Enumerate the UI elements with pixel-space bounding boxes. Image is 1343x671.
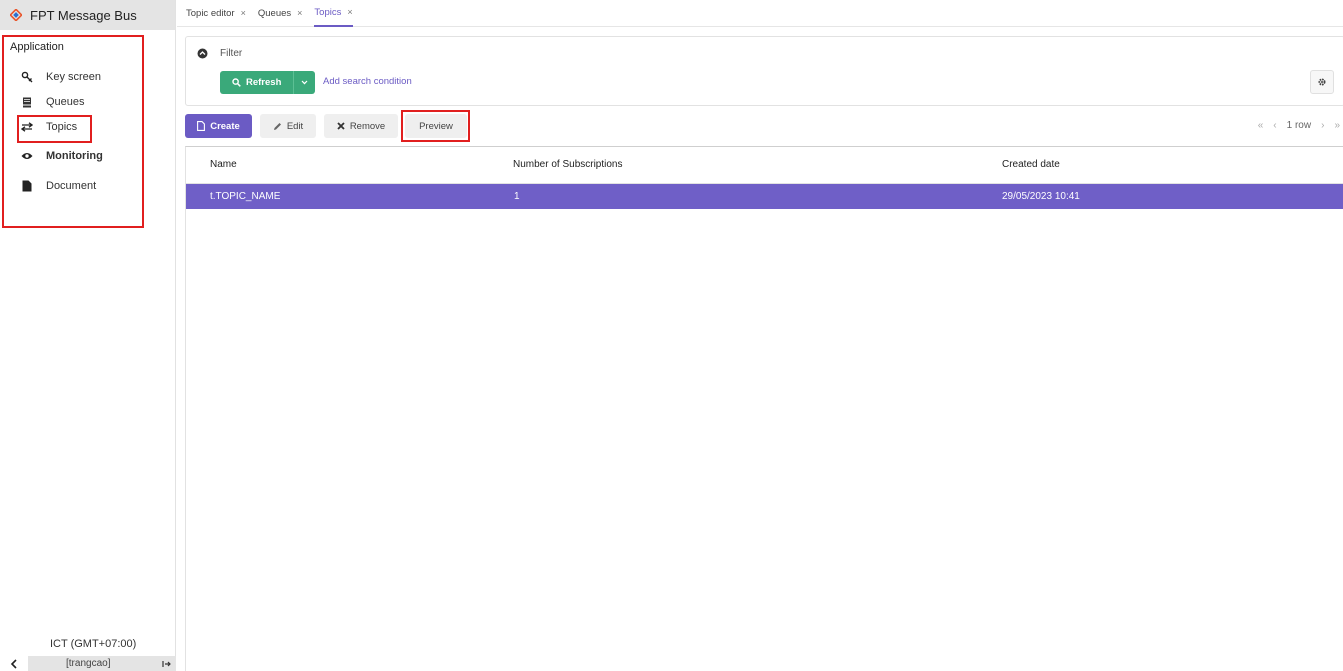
refresh-label: Refresh bbox=[246, 77, 282, 88]
search-icon bbox=[232, 78, 241, 87]
tab-label: Queues bbox=[257, 7, 292, 19]
next-page-button[interactable]: › bbox=[1321, 120, 1324, 131]
sidebar-item-queues[interactable]: Queues bbox=[20, 93, 85, 111]
sidebar-item-label: Queues bbox=[46, 96, 85, 108]
eye-icon bbox=[20, 149, 34, 163]
refresh-dropdown-button[interactable] bbox=[293, 71, 316, 94]
collapse-sidebar-button[interactable] bbox=[0, 656, 28, 671]
remove-button[interactable]: Remove bbox=[324, 114, 398, 138]
column-header-created-date[interactable]: Created date bbox=[1002, 159, 1060, 170]
create-button[interactable]: Create bbox=[185, 114, 252, 138]
tab-label: Topics bbox=[314, 6, 342, 18]
app-window: FPT Message Bus Application Key screen Q… bbox=[0, 0, 1343, 671]
edit-label: Edit bbox=[286, 120, 304, 132]
logout-button[interactable] bbox=[156, 656, 176, 671]
refresh-group: Refresh bbox=[220, 71, 316, 94]
pagination: « ‹ 1 row › » bbox=[1258, 120, 1340, 131]
app-title: FPT Message Bus bbox=[30, 7, 137, 23]
app-logo-icon bbox=[10, 9, 22, 21]
column-header-subscriptions[interactable]: Number of Subscriptions bbox=[513, 159, 623, 170]
cell-name: t.TOPIC_NAME bbox=[210, 191, 281, 202]
nav-heading: Application bbox=[10, 41, 64, 53]
remove-label: Remove bbox=[349, 120, 386, 132]
sidebar-item-label: Topics bbox=[46, 121, 78, 133]
topics-table: Name Number of Subscriptions Created dat… bbox=[185, 146, 1343, 671]
tab-queues[interactable]: Queues × bbox=[258, 0, 303, 27]
preview-highlight-box bbox=[401, 110, 470, 142]
edit-button[interactable]: Edit bbox=[260, 114, 316, 138]
tab-topic-editor[interactable]: Topic editor × bbox=[186, 0, 246, 27]
filter-panel: Filter Refresh Add search condition bbox=[185, 36, 1343, 106]
cell-created-date: 29/05/2023 10:41 bbox=[1002, 191, 1080, 202]
list-icon bbox=[20, 95, 34, 109]
tab-topics[interactable]: Topics × bbox=[314, 0, 353, 27]
key-icon bbox=[20, 70, 34, 84]
sidebar-item-key-screen[interactable]: Key screen bbox=[20, 68, 101, 86]
table-header: Name Number of Subscriptions Created dat… bbox=[186, 147, 1343, 184]
new-file-icon bbox=[197, 121, 206, 131]
tab-label: Topic editor bbox=[186, 7, 235, 19]
sidebar-item-label: Monitoring bbox=[46, 150, 103, 162]
logout-icon bbox=[161, 660, 171, 667]
sidebar-item-label: Document bbox=[46, 180, 97, 192]
refresh-button[interactable]: Refresh bbox=[220, 71, 294, 94]
chevron-down-icon bbox=[301, 80, 308, 85]
username-label: [trangcao] bbox=[28, 656, 156, 671]
exchange-icon bbox=[20, 120, 34, 134]
create-label: Create bbox=[210, 120, 240, 132]
chevron-left-icon bbox=[10, 658, 17, 669]
app-header: FPT Message Bus bbox=[0, 0, 175, 30]
add-search-condition-link[interactable]: Add search condition bbox=[323, 76, 412, 87]
filter-label: Filter bbox=[220, 48, 243, 59]
sidebar-item-monitoring[interactable]: Monitoring bbox=[20, 147, 103, 165]
column-header-name[interactable]: Name bbox=[210, 159, 237, 170]
close-icon[interactable]: × bbox=[297, 8, 302, 18]
prev-page-button[interactable]: ‹ bbox=[1273, 120, 1276, 131]
x-icon bbox=[337, 122, 345, 130]
sidebar-item-document[interactable]: Document bbox=[20, 177, 96, 195]
filter-toggle[interactable]: Filter bbox=[197, 48, 242, 59]
cell-subscriptions: 1 bbox=[514, 191, 520, 202]
row-count: 1 row bbox=[1286, 120, 1312, 131]
user-bar: [trangcao] bbox=[0, 656, 176, 671]
tab-bar: Topic editor × Queues × Topics × bbox=[177, 0, 1343, 27]
file-icon bbox=[20, 179, 34, 193]
pencil-icon bbox=[273, 122, 282, 131]
sidebar-item-label: Key screen bbox=[46, 71, 102, 83]
first-page-button[interactable]: « bbox=[1258, 120, 1264, 131]
sidebar-item-topics[interactable]: Topics bbox=[20, 118, 77, 136]
timezone-label: ICT (GMT+07:00) bbox=[50, 638, 137, 650]
filter-settings-button[interactable] bbox=[1310, 70, 1334, 94]
close-icon[interactable]: × bbox=[347, 7, 352, 17]
close-icon[interactable]: × bbox=[241, 8, 246, 18]
sidebar: FPT Message Bus Application Key screen Q… bbox=[0, 0, 176, 671]
last-page-button[interactable]: » bbox=[1334, 120, 1340, 131]
gear-icon bbox=[1318, 78, 1326, 86]
table-row[interactable]: t.TOPIC_NAME 1 29/05/2023 10:41 bbox=[186, 184, 1343, 209]
chevron-up-circle-icon bbox=[197, 48, 208, 59]
